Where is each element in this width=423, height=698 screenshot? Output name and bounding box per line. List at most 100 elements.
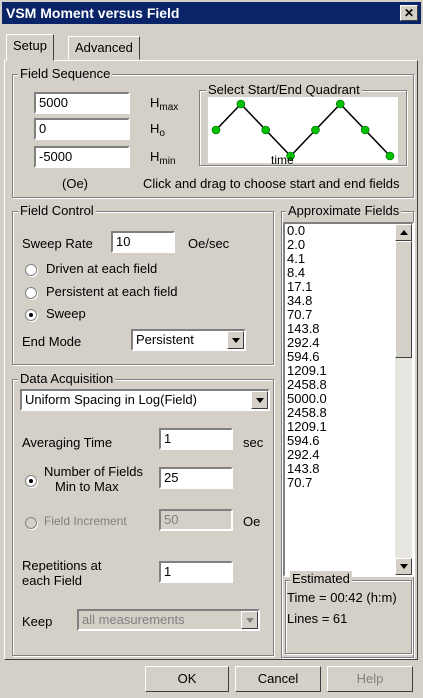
list-item[interactable]: 594.6 xyxy=(285,350,412,364)
field-sequence-title: Field Sequence xyxy=(18,66,113,81)
list-scrollbar[interactable] xyxy=(395,224,412,575)
sweep-rate-unit: Oe/sec xyxy=(188,236,230,251)
list-item[interactable]: 2458.8 xyxy=(285,378,412,392)
quadrant-canvas xyxy=(208,97,398,163)
radio-persistent[interactable] xyxy=(25,287,37,299)
estimated-lines: Lines = 61 xyxy=(287,611,348,626)
averaging-time-label: Averaging Time xyxy=(22,435,113,450)
field-increment-input[interactable]: 50 xyxy=(159,509,233,531)
quadrant-point[interactable] xyxy=(261,125,271,135)
radio-sweep[interactable] xyxy=(25,309,37,321)
tab-advanced[interactable]: Advanced xyxy=(68,36,140,60)
keep-value: all measurements xyxy=(82,612,185,627)
estimated-title: Estimated xyxy=(290,571,352,586)
repetitions-input[interactable]: 1 xyxy=(159,561,233,583)
keep-select[interactable]: all measurements xyxy=(77,609,260,631)
keep-dropdown-button[interactable] xyxy=(241,611,258,629)
list-item[interactable]: 292.4 xyxy=(285,336,412,350)
list-item[interactable]: 5000.0 xyxy=(285,392,412,406)
quadrant-selector[interactable] xyxy=(208,97,398,163)
ok-button[interactable]: OK xyxy=(145,666,229,692)
list-item[interactable]: 70.7 xyxy=(285,308,412,322)
end-mode-select[interactable]: Persistent xyxy=(131,329,246,351)
field-unit-label: (Oe) xyxy=(62,176,88,191)
window-title: VSM Moment versus Field xyxy=(6,5,180,21)
radio-number-of-fields-dot xyxy=(29,479,33,483)
list-item[interactable]: 292.4 xyxy=(285,448,412,462)
number-of-fields-input[interactable]: 25 xyxy=(159,467,233,489)
chevron-down-icon xyxy=(256,398,264,403)
list-item[interactable]: 1209.1 xyxy=(285,420,412,434)
number-of-fields-label-1[interactable]: Number of Fields xyxy=(44,464,143,479)
quadrant-hint: Click and drag to choose start and end f… xyxy=(143,176,400,191)
list-item[interactable]: 143.8 xyxy=(285,322,412,336)
vsm-dialog-window: VSM Moment versus Field ✕ Setup Advanced… xyxy=(0,0,423,698)
sweep-rate-input[interactable]: 10 xyxy=(111,231,175,253)
list-item[interactable]: 4.1 xyxy=(285,252,412,266)
quadrant-point[interactable] xyxy=(211,125,221,135)
close-button[interactable]: ✕ xyxy=(400,5,418,21)
radio-number-of-fields[interactable] xyxy=(25,475,37,487)
approximate-fields-items: 0.0 2.0 4.1 8.4 17.1 34.8 70.7 143.8 292.4 594.6 1… xyxy=(285,224,412,490)
radio-driven[interactable] xyxy=(25,264,37,276)
radio-driven-label[interactable]: Driven at each field xyxy=(46,261,157,276)
field-control-title: Field Control xyxy=(18,203,96,218)
quadrant-point[interactable] xyxy=(360,125,370,135)
list-item[interactable]: 2458.8 xyxy=(285,406,412,420)
radio-sweep-label[interactable]: Sweep xyxy=(46,306,86,321)
hmin-input[interactable]: -5000 xyxy=(34,146,130,168)
list-item[interactable]: 17.1 xyxy=(285,280,412,294)
keep-label: Keep xyxy=(22,614,53,629)
tab-setup[interactable]: Setup xyxy=(6,34,54,61)
quadrant-time-label: time xyxy=(271,153,294,167)
radio-sweep-dot xyxy=(29,313,33,317)
list-item[interactable]: 70.7 xyxy=(285,476,412,490)
list-item[interactable]: 1209.1 xyxy=(285,364,412,378)
sweep-rate-label: Sweep Rate xyxy=(22,236,93,251)
scroll-up-button[interactable] xyxy=(395,224,412,241)
end-mode-value: Persistent xyxy=(136,332,194,347)
repetitions-label-1: Repetitions at xyxy=(22,558,102,573)
repetitions-label-2: each Field xyxy=(22,573,82,588)
approximate-fields-list[interactable]: 0.0 2.0 4.1 8.4 17.1 34.8 70.7 143.8 292.4 594.6 1… xyxy=(283,222,414,577)
end-mode-dropdown-button[interactable] xyxy=(227,331,244,349)
list-item[interactable]: 8.4 xyxy=(285,266,412,280)
hmax-input[interactable]: 5000 xyxy=(34,92,130,114)
quadrant-point[interactable] xyxy=(311,125,320,135)
scroll-up-icon xyxy=(400,230,408,235)
field-increment-unit: Oe xyxy=(243,514,261,529)
list-item[interactable]: 594.6 xyxy=(285,434,412,448)
hmax-label: Hmax xyxy=(150,95,179,113)
hmin-label: Hmin xyxy=(150,149,176,167)
close-icon: ✕ xyxy=(403,6,415,20)
quadrant-point[interactable] xyxy=(236,99,246,109)
ho-label: Ho xyxy=(150,121,165,139)
approximate-fields-title: Approximate Fields xyxy=(286,203,402,218)
tab-setup-label: Setup xyxy=(13,38,47,53)
spacing-dropdown-button[interactable] xyxy=(251,391,268,409)
scroll-thumb[interactable] xyxy=(395,241,412,358)
spacing-value: Uniform Spacing in Log(Field) xyxy=(25,392,197,407)
number-of-fields-label-2[interactable]: Min to Max xyxy=(55,479,119,494)
title-bar[interactable]: VSM Moment versus Field ✕ xyxy=(2,2,421,24)
radio-persistent-label[interactable]: Persistent at each field xyxy=(46,284,178,299)
chevron-down-icon xyxy=(246,618,254,623)
quadrant-point[interactable] xyxy=(385,151,395,161)
help-button[interactable]: Help xyxy=(327,666,413,692)
quadrant-point[interactable] xyxy=(335,99,345,109)
tab-advanced-label: Advanced xyxy=(75,40,133,55)
field-increment-label[interactable]: Field Increment xyxy=(44,514,127,528)
spacing-select[interactable]: Uniform Spacing in Log(Field) xyxy=(20,389,270,411)
chevron-down-icon xyxy=(232,338,240,343)
list-item[interactable]: 2.0 xyxy=(285,238,412,252)
end-mode-label: End Mode xyxy=(22,334,82,349)
list-item[interactable]: 34.8 xyxy=(285,294,412,308)
estimated-time: Time = 00:42 (h:m) xyxy=(287,590,397,605)
list-item[interactable]: 143.8 xyxy=(285,462,412,476)
scroll-down-button[interactable] xyxy=(395,558,412,575)
averaging-time-input[interactable]: 1 xyxy=(159,428,233,450)
radio-field-increment[interactable] xyxy=(25,517,37,529)
ho-input[interactable]: 0 xyxy=(34,118,130,140)
list-item[interactable]: 0.0 xyxy=(285,224,412,238)
cancel-button[interactable]: Cancel xyxy=(235,666,321,692)
